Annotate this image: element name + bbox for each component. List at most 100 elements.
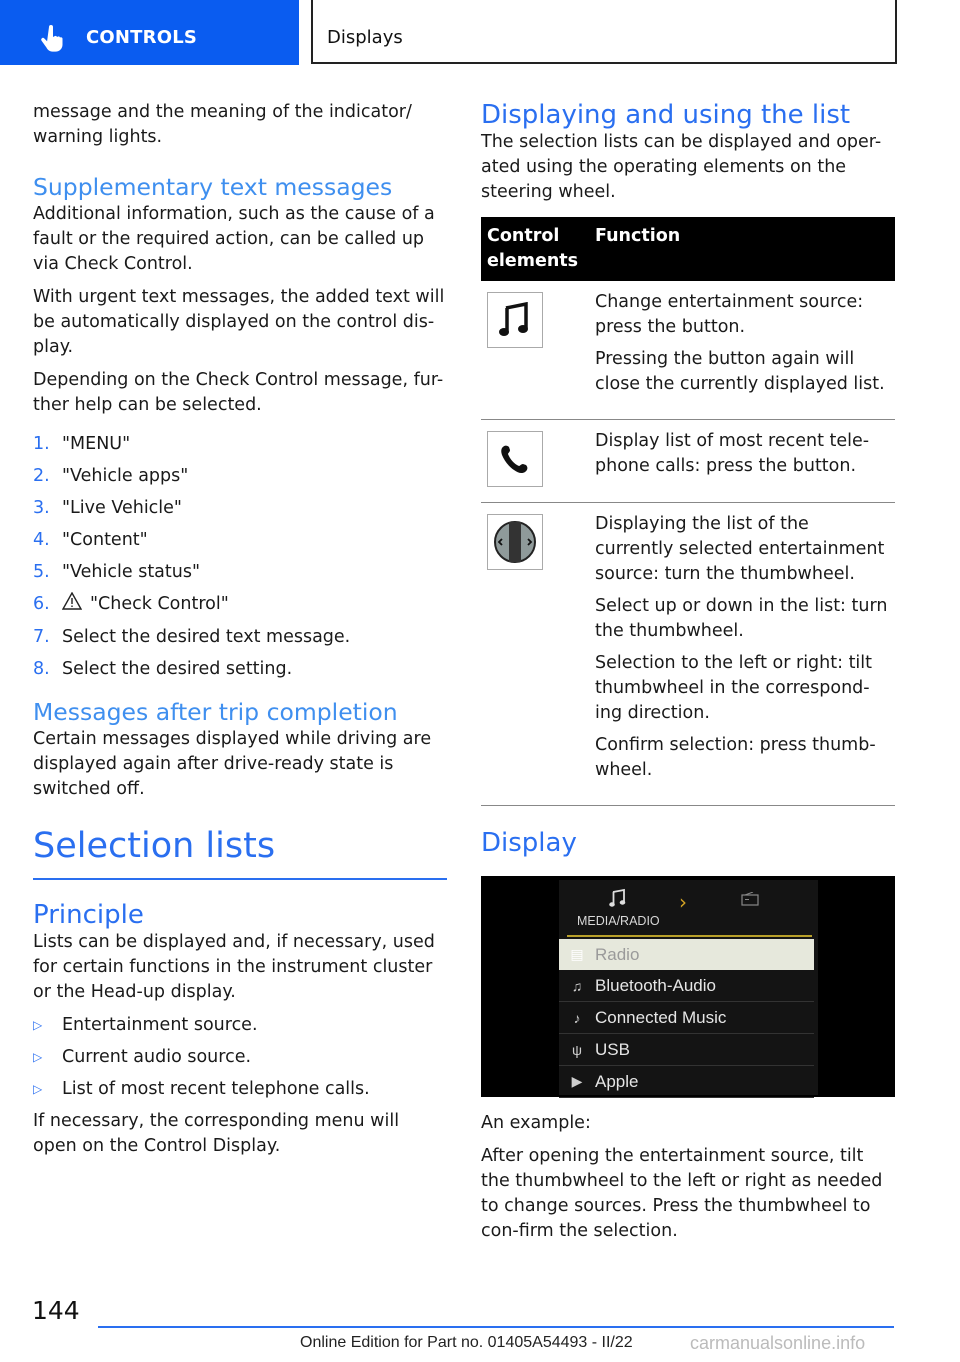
function-text: Display list of most recent tele-phone c… xyxy=(595,431,870,476)
usb-icon: ψ xyxy=(572,1041,582,1058)
bullet-text: List of most recent telephone calls. xyxy=(62,1079,370,1099)
source-label: USB xyxy=(595,1039,630,1059)
step-number: 8. xyxy=(33,659,50,679)
left-column: message and the meaning of the indicator… xyxy=(33,100,447,1167)
bluetooth-audio-icon: ♫ xyxy=(571,977,583,994)
bullet-text: Current audio source. xyxy=(62,1047,252,1067)
selection-lists-heading: Selection lists xyxy=(33,826,276,866)
triangle-bullet-icon: ▷ xyxy=(33,1082,43,1096)
radio-icon: ▤ xyxy=(570,946,584,962)
footer-divider xyxy=(98,1326,894,1328)
step-text: "Vehicle apps" xyxy=(62,466,189,486)
table-row: Displaying the list of the currently sel… xyxy=(481,502,895,806)
source-label: Apple xyxy=(595,1071,639,1091)
step-number: 5. xyxy=(33,562,50,582)
source-item-bluetooth-audio[interactable]: ♫ Bluetooth-Audio xyxy=(559,970,814,1002)
step-text: Select the desired text message. xyxy=(62,627,351,647)
edition-text: Online Edition for Part no. 01405A54493 … xyxy=(300,1334,633,1351)
source-item-radio[interactable]: ▤ Radio xyxy=(559,939,814,970)
menu-title: MEDIA/RADIO xyxy=(577,914,660,928)
step-text: "MENU" xyxy=(62,434,131,454)
after-trip-text: Certain messages displayed while driving… xyxy=(33,729,432,799)
supplementary-paragraph: With urgent text messages, the added tex… xyxy=(33,287,445,357)
step-number: 4. xyxy=(33,530,50,550)
bullet-list: ▷ Entertainment source. ▷ Current audio so… xyxy=(33,1013,447,1102)
function-text: Change entertainment source: press the b… xyxy=(595,292,864,337)
column-header: Function xyxy=(589,217,895,281)
chevron-right-icon[interactable]: › xyxy=(679,890,687,914)
column-header: Control elements xyxy=(481,217,589,281)
function-text: Selection to the left or right: tilt thu… xyxy=(595,653,873,723)
step-text: Select the desired setting. xyxy=(62,659,293,679)
step-number: 6. xyxy=(33,594,50,614)
warning-triangle-icon xyxy=(61,591,84,618)
table-header-row: Control elements Function xyxy=(481,217,895,281)
section-label: CONTROLS xyxy=(86,27,198,48)
triangle-bullet-icon: ▷ xyxy=(33,1018,43,1032)
step-item: 2. "Vehicle apps" xyxy=(33,464,447,489)
bullet-text: Entertainment source. xyxy=(62,1015,258,1035)
bullet-item: ▷ List of most recent telephone calls. xyxy=(33,1077,447,1102)
function-text: Select up or down in the list: turn the … xyxy=(595,596,888,641)
intro-text: message and the meaning of the indicator… xyxy=(33,102,412,147)
supplementary-paragraph: Depending on the Check Control message, … xyxy=(33,370,444,415)
pointing-hand-icon xyxy=(41,25,63,52)
bullet-item: ▷ Entertainment source. xyxy=(33,1013,447,1038)
music-note-icon xyxy=(487,292,543,348)
phone-handset-icon xyxy=(487,431,543,487)
supplementary-heading: Supplementary text messages xyxy=(33,173,393,201)
source-list: ▤ Radio ♫ Bluetooth-Audio ♪ Connected Mu… xyxy=(559,939,818,1098)
source-item-connected-music[interactable]: ♪ Connected Music xyxy=(559,1002,814,1034)
table-row: Change entertainment source: press the b… xyxy=(481,281,895,420)
step-text: "Live Vehicle" xyxy=(62,498,182,518)
step-item: 8. Select the desired setting. xyxy=(33,657,447,682)
source-item-usb[interactable]: ψ USB xyxy=(559,1034,814,1066)
step-number: 2. xyxy=(33,466,50,486)
principle-text: Lists can be displayed and, if necessary… xyxy=(33,932,435,1002)
right-column: Displaying and using the list The select… xyxy=(481,100,895,1252)
step-number: 7. xyxy=(33,627,50,647)
step-item: 3. "Live Vehicle" xyxy=(33,496,447,521)
bullet-item: ▷ Current audio source. xyxy=(33,1045,447,1070)
media-menu-panel: › MEDIA/RADIO ▤ Radio ♫ Bluetooth-Audio … xyxy=(559,880,818,1098)
step-item: 6. "Check Control" xyxy=(33,591,447,618)
chapter-tab: Displays xyxy=(311,0,897,64)
apple-play-icon: ▶ xyxy=(571,1073,583,1089)
supplementary-paragraph: Additional information, such as the caus… xyxy=(33,204,435,274)
closing-text: If necessary, the corresponding menu wil… xyxy=(33,1111,400,1156)
after-trip-heading: Messages after trip completion xyxy=(33,698,398,726)
step-text: "Vehicle status" xyxy=(62,562,201,582)
watermark: carmanualsonline.info xyxy=(690,1333,866,1353)
radio-icon[interactable] xyxy=(741,891,759,910)
source-item-apple[interactable]: ▶ Apple xyxy=(559,1066,814,1098)
table-row: Display list of most recent tele-phone c… xyxy=(481,419,895,503)
function-text: Pressing the button again will close the… xyxy=(595,349,885,394)
displaying-text: The selection lists can be displayed and… xyxy=(481,132,882,202)
step-number: 3. xyxy=(33,498,50,518)
control-elements-table: Control elements Function Change enterta… xyxy=(481,217,895,806)
music-note-icon xyxy=(609,888,627,912)
triangle-bullet-icon: ▷ xyxy=(33,1050,43,1064)
function-text: Confirm selection: press thumb-wheel. xyxy=(595,735,876,780)
step-text: "Content" xyxy=(62,530,148,550)
principle-heading: Principle xyxy=(33,900,144,930)
step-item: 7. Select the desired text message. xyxy=(33,625,447,650)
example-label: An example: xyxy=(481,1113,591,1133)
page-number: 144 xyxy=(32,1296,80,1325)
step-text: "Check Control" xyxy=(90,594,229,614)
display-heading: Display xyxy=(481,828,577,858)
chapter-label: Displays xyxy=(327,27,403,48)
title-underline xyxy=(567,935,812,937)
step-item: 4. "Content" xyxy=(33,528,447,553)
displaying-heading: Displaying and using the list xyxy=(481,100,851,130)
step-item: 5. "Vehicle status" xyxy=(33,560,447,585)
step-number: 1. xyxy=(33,434,50,454)
function-text: Displaying the list of the currently sel… xyxy=(595,514,885,584)
connected-music-icon: ♪ xyxy=(573,1009,581,1026)
section-tab-controls: CONTROLS xyxy=(0,0,299,65)
source-label: Radio xyxy=(595,944,640,964)
source-label: Connected Music xyxy=(595,1007,727,1027)
thumbwheel-icon xyxy=(487,514,543,570)
step-item: 1. "MENU" xyxy=(33,432,447,457)
example-text: After opening the entertainment source, … xyxy=(481,1146,883,1241)
